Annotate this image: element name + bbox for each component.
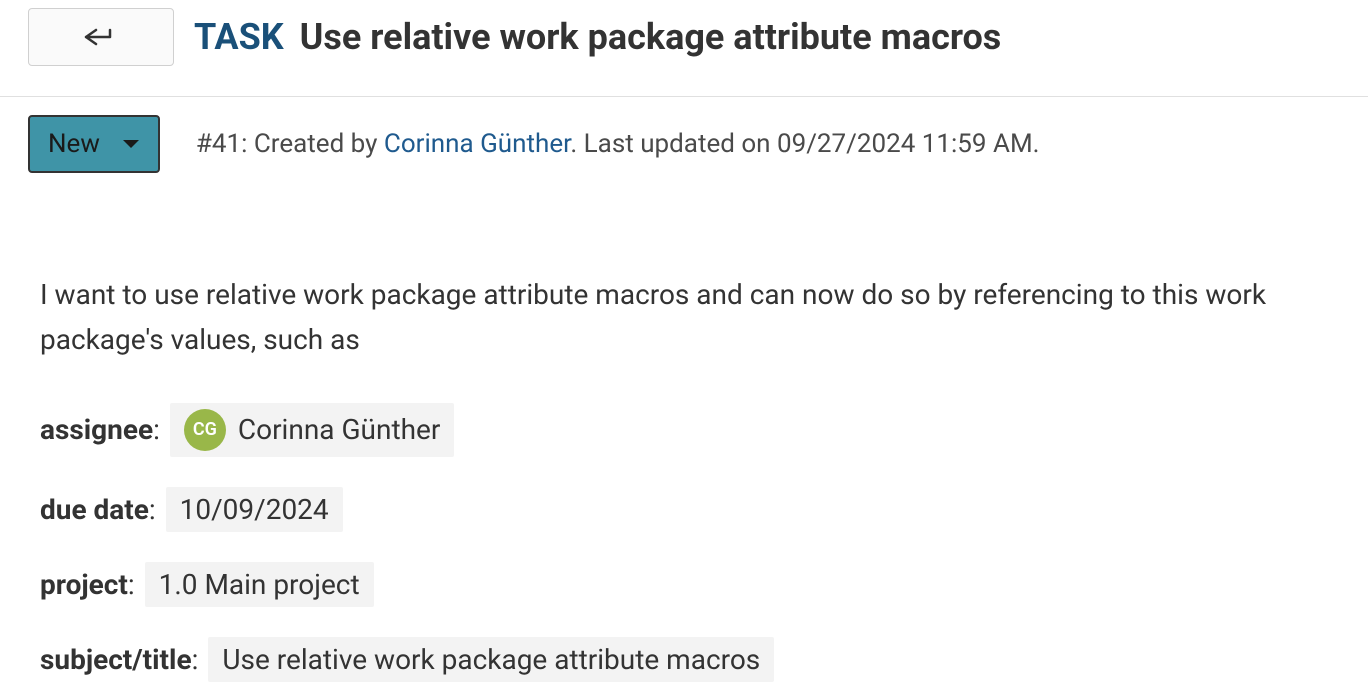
subject-label: subject/title [40,643,192,676]
meta-info: #41: Created by Corinna Günther. Last up… [196,129,1040,159]
meta-row: New #41: Created by Corinna Günther. Las… [0,97,1368,173]
page-title[interactable]: Use relative work package attribute macr… [300,16,1002,58]
attribute-due-date: due date: 10/09/2024 [40,487,1328,532]
status-dropdown[interactable]: New [28,115,160,173]
author-link[interactable]: Corinna Günther [384,129,570,159]
chevron-down-icon [122,138,140,150]
header-bar: TASK Use relative work package attribute… [0,0,1368,97]
project-value-box: 1.0 Main project [145,562,374,607]
back-button[interactable] [28,8,174,66]
updated-prefix: . Last updated on [570,129,777,159]
project-label: project [40,568,128,601]
updated-at: 09/27/2024 11:59 AM [777,129,1033,159]
subject-value-box: Use relative work package attribute macr… [208,637,774,682]
subject-value: Use relative work package attribute macr… [222,643,760,676]
meta-suffix: . [1033,129,1040,159]
issue-id: #41: [196,129,248,159]
back-arrow-icon [84,27,118,47]
attribute-subject: subject/title: Use relative work package… [40,637,1328,682]
attribute-assignee: assignee: CG Corinna Günther [40,403,1328,457]
due-date-label: due date [40,493,149,526]
status-label: New [48,129,100,159]
attribute-project: project: 1.0 Main project [40,562,1328,607]
due-date-value-box: 10/09/2024 [166,487,343,532]
due-date-value: 10/09/2024 [180,493,329,526]
assignee-label: assignee [40,413,153,446]
assignee-value: Corinna Günther [238,413,440,446]
assignee-value-box: CG Corinna Günther [170,403,454,457]
title-block: TASK Use relative work package attribute… [194,16,1001,58]
created-by-prefix: Created by [254,129,384,159]
description-section: I want to use relative work package attr… [0,173,1368,682]
description-text: I want to use relative work package attr… [40,273,1328,363]
project-value: 1.0 Main project [159,568,360,601]
type-label: TASK [194,16,284,58]
avatar: CG [184,409,226,451]
